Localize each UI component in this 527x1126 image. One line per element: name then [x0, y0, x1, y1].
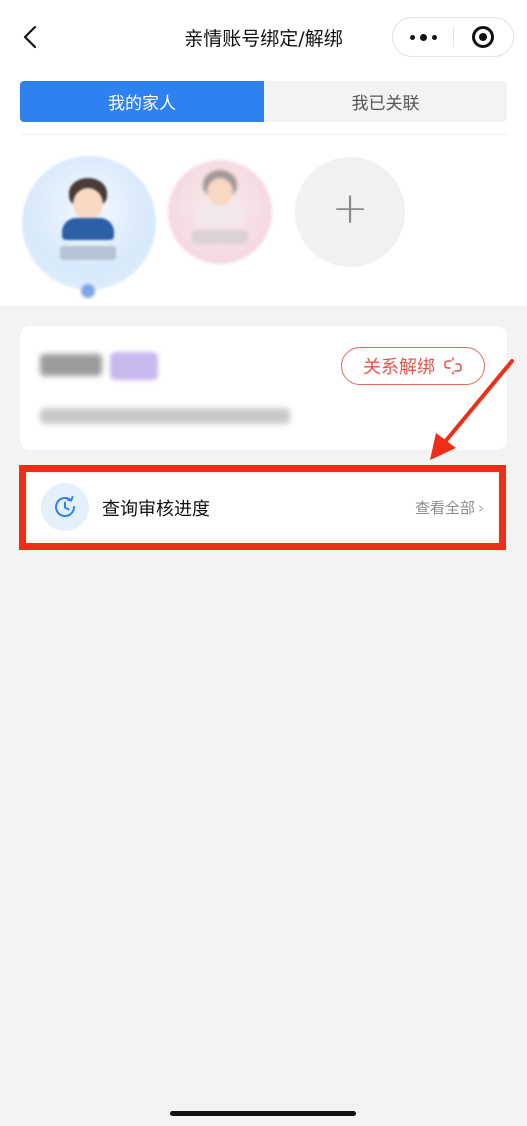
family-member-avatar-selected[interactable]: [22, 156, 156, 290]
nav-bar: 亲情账号绑定/解绑: [0, 0, 527, 76]
redacted-member-name: [40, 354, 102, 376]
redacted-relation-tag: [110, 352, 158, 380]
capsule-divider: [453, 27, 454, 47]
tab-linked[interactable]: 我已关联: [264, 81, 507, 122]
mini-program-capsule: [392, 17, 514, 57]
add-family-member-button[interactable]: +: [295, 157, 405, 267]
redacted-member-id: [40, 408, 290, 424]
tab-bar: 我的家人 我已关联: [20, 81, 507, 122]
tabs-divider: [20, 134, 507, 135]
annotation-arrow-icon: [430, 359, 514, 460]
selected-indicator: [81, 284, 95, 298]
close-mini-program-icon[interactable]: [472, 26, 494, 48]
more-icon[interactable]: [393, 18, 453, 56]
family-member-avatar[interactable]: [168, 160, 272, 264]
annotation-highlight-box: [19, 465, 506, 550]
tab-my-family[interactable]: 我的家人: [20, 81, 264, 122]
home-indicator: [170, 1111, 356, 1116]
